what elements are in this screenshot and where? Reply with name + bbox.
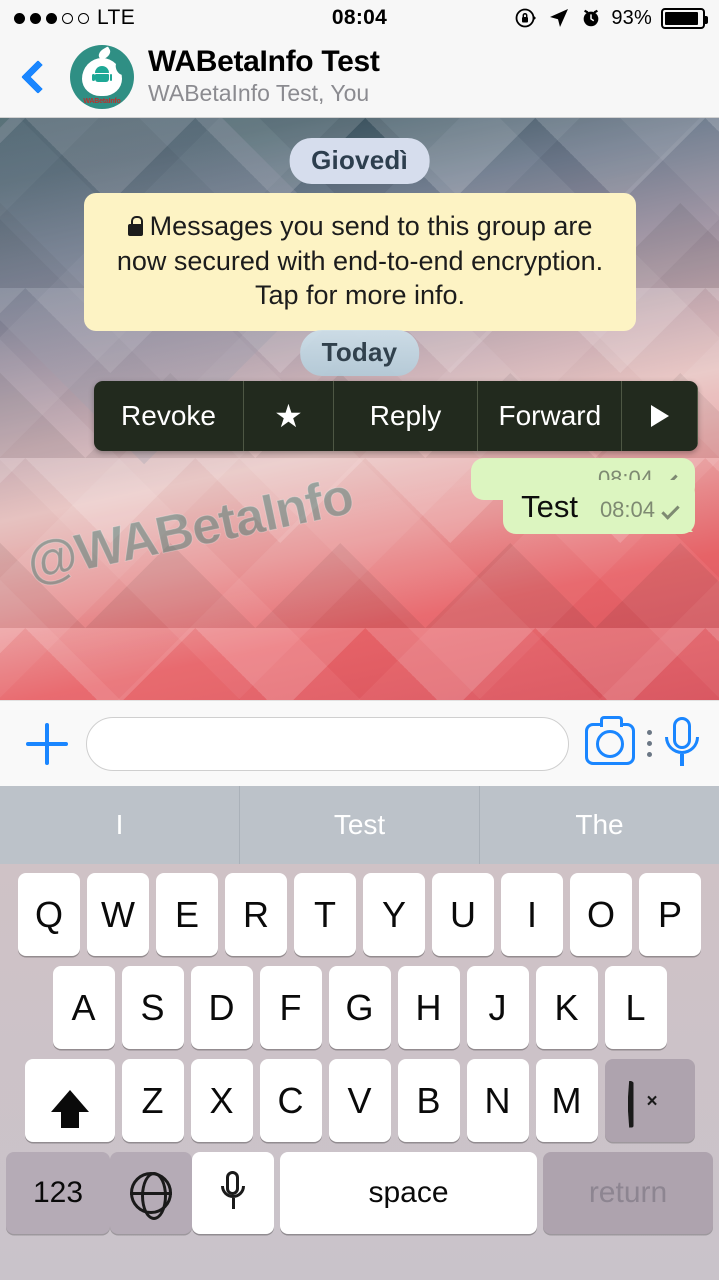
microphone-icon <box>221 1171 245 1215</box>
keyboard-row-2: A S D F G H J K L <box>0 966 719 1049</box>
camera-icon[interactable] <box>585 715 635 765</box>
predictive-text-bar: I Test The <box>0 786 719 864</box>
key-x[interactable]: X <box>190 1059 253 1142</box>
context-menu-item-star[interactable]: ★ <box>244 381 334 451</box>
status-bar: LTE 08:04 93% <box>0 0 719 36</box>
dictation-key[interactable] <box>192 1152 274 1234</box>
bubble-tail <box>683 522 703 533</box>
star-icon: ★ <box>274 398 303 434</box>
encryption-notice[interactable]: Messages you send to this group are now … <box>84 193 636 331</box>
key-v[interactable]: V <box>328 1059 391 1142</box>
key-r[interactable]: R <box>225 873 287 956</box>
date-divider-giovedi: Giovedì <box>289 138 430 184</box>
date-divider-today: Today <box>299 330 420 376</box>
key-k[interactable]: K <box>535 966 598 1049</box>
context-menu-item-forward[interactable]: Forward <box>478 381 623 451</box>
context-menu-item-more[interactable] <box>622 381 698 451</box>
key-n[interactable]: N <box>466 1059 529 1142</box>
message-meta: 08:04 <box>599 497 680 523</box>
chat-body: Giovedì Messages you send to this group … <box>0 118 719 700</box>
key-q[interactable]: Q <box>18 873 80 956</box>
suggestion-3[interactable]: The <box>480 786 719 864</box>
key-f[interactable]: F <box>259 966 322 1049</box>
attach-button[interactable] <box>20 717 74 771</box>
keyboard-row-1: Q W E R T Y U I O P <box>0 873 719 956</box>
on-screen-keyboard: Q W E R T Y U I O P A S D F G H J K L Z <box>0 864 719 1280</box>
message-input-bar <box>0 700 719 786</box>
message-time: 08:04 <box>599 497 655 522</box>
status-bar-right: 93% <box>360 6 708 30</box>
location-arrow-icon <box>550 9 569 27</box>
key-g[interactable]: G <box>328 966 391 1049</box>
avatar-tag-label: WABetaInfo <box>83 97 121 105</box>
key-l[interactable]: L <box>604 966 667 1049</box>
context-menu-item-revoke[interactable]: Revoke <box>94 381 245 451</box>
key-m[interactable]: M <box>535 1059 598 1142</box>
shift-arrow-icon <box>50 1089 89 1128</box>
numeric-key[interactable]: 123 <box>6 1152 110 1234</box>
more-arrow-icon <box>650 405 669 427</box>
chat-header: WABetaInfo WABetaInfo Test WABetaInfo Te… <box>0 36 719 118</box>
battery-percent-label: 93% <box>611 6 652 29</box>
lock-icon <box>127 216 144 236</box>
message-bubble[interactable]: Test 08:04 <box>503 480 695 535</box>
key-z[interactable]: Z <box>121 1059 184 1142</box>
key-p[interactable]: P <box>639 873 701 956</box>
key-y[interactable]: Y <box>363 873 425 956</box>
key-t[interactable]: T <box>294 873 356 956</box>
key-w[interactable]: W <box>87 873 149 956</box>
key-d[interactable]: D <box>190 966 253 1049</box>
key-s[interactable]: S <box>121 966 184 1049</box>
check-icon <box>661 500 680 520</box>
key-u[interactable]: U <box>432 873 494 956</box>
microphone-icon[interactable] <box>665 716 699 771</box>
back-button[interactable] <box>0 59 70 94</box>
globe-icon <box>130 1172 172 1220</box>
key-h[interactable]: H <box>397 966 460 1049</box>
battery-icon <box>661 7 708 29</box>
whatsapp-chat-screen: L TE 08:04 93% WABetaInfo WABetaInfo Test… <box>0 0 719 1280</box>
globe-key[interactable] <box>110 1152 192 1234</box>
keyboard-row-3: Z X C V B N M × <box>0 1059 719 1142</box>
keyboard-row-4: 123 space return <box>0 1152 719 1234</box>
key-a[interactable]: A <box>52 966 115 1049</box>
more-options-icon[interactable] <box>635 730 663 757</box>
android-robot-icon <box>92 65 112 82</box>
message-text: Test <box>521 489 578 524</box>
key-b[interactable]: B <box>397 1059 460 1142</box>
key-c[interactable]: C <box>259 1059 322 1142</box>
context-menu-pointer <box>379 450 413 451</box>
page-title: WABetaInfo Test <box>148 45 380 79</box>
backspace-key[interactable]: × <box>604 1059 695 1142</box>
chevron-left-icon <box>21 59 55 94</box>
suggestion-2[interactable]: Test <box>240 786 480 864</box>
key-o[interactable]: O <box>570 873 632 956</box>
key-e[interactable]: E <box>156 873 218 956</box>
context-menu-item-reply[interactable]: Reply <box>334 381 479 451</box>
suggestion-1[interactable]: I <box>0 786 240 864</box>
backspace-icon: × <box>627 1080 672 1128</box>
return-key[interactable]: return <box>543 1152 713 1234</box>
rotation-lock-icon <box>515 8 537 28</box>
chat-title-block[interactable]: WABetaInfo Test WABetaInfo Test, You <box>148 45 380 107</box>
shift-key[interactable] <box>24 1059 115 1142</box>
key-i[interactable]: I <box>501 873 563 956</box>
message-context-menu: Revoke ★ Reply Forward <box>94 381 698 451</box>
space-key[interactable]: space <box>280 1152 537 1234</box>
alarm-clock-icon <box>584 9 599 27</box>
avatar[interactable]: WABetaInfo <box>70 44 134 109</box>
message-input[interactable] <box>86 716 569 771</box>
chat-participants-label: WABetaInfo Test, You <box>148 80 370 106</box>
key-j[interactable]: J <box>466 966 529 1049</box>
encryption-notice-text: Messages you send to this group are now … <box>116 211 604 311</box>
